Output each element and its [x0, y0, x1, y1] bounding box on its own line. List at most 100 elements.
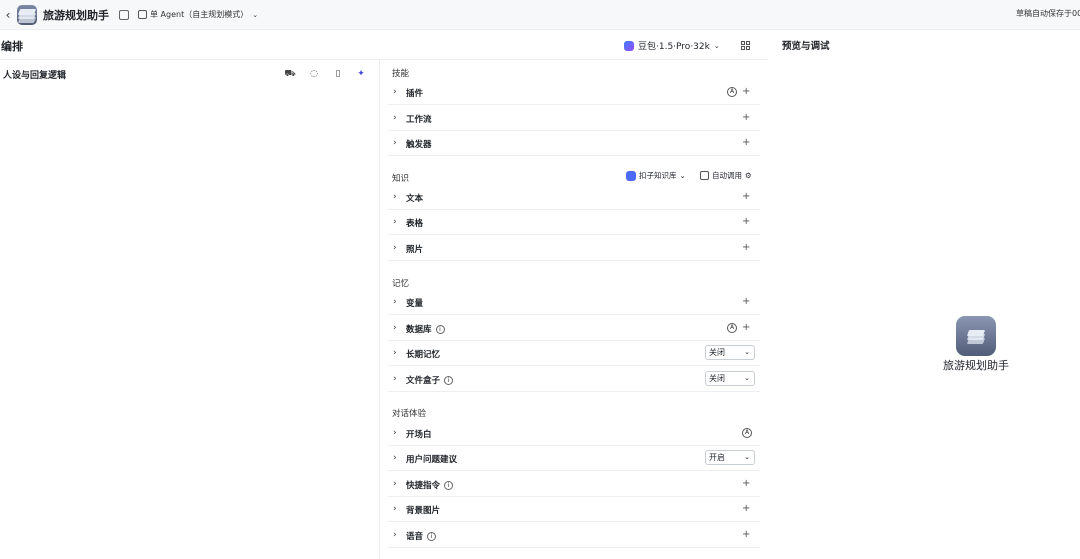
- auto-label: 自动调用: [712, 171, 742, 180]
- skill-row-trigger[interactable]: › 触发器 +: [388, 131, 768, 156]
- divider: [388, 155, 760, 156]
- add-icon[interactable]: +: [742, 137, 750, 148]
- chevron-right-icon: ›: [393, 192, 397, 202]
- chevron-right-icon: ›: [393, 453, 397, 463]
- knowledge-row-photo[interactable]: › 照片 +: [388, 236, 768, 261]
- select-value: 关闭: [709, 348, 725, 357]
- suggestion-select[interactable]: 开启 ⌄: [705, 450, 755, 465]
- chevron-right-icon: ›: [393, 428, 397, 438]
- add-icon[interactable]: +: [742, 242, 750, 253]
- row-label-text: 快捷指令: [406, 481, 441, 491]
- chevron-down-icon: ⌄: [252, 10, 259, 19]
- memory-row-file-box[interactable]: › 文件盒子 i 关闭 ⌄: [388, 367, 768, 392]
- magic-wand-icon[interactable]: ✦: [356, 69, 366, 79]
- knowledge-base-icon: [626, 170, 636, 181]
- info-icon[interactable]: i: [444, 376, 454, 385]
- info-icon[interactable]: i: [435, 325, 445, 334]
- add-icon[interactable]: +: [742, 503, 750, 514]
- dialog-row-background[interactable]: › 背景图片 +: [388, 497, 768, 522]
- auto-call-selector[interactable]: 自动调用 ⚙: [700, 170, 752, 181]
- row-label: 变量: [406, 299, 424, 309]
- knowledge-row-text[interactable]: › 文本 +: [388, 185, 768, 210]
- row-label: 表格: [406, 219, 424, 229]
- row-label-text: 语音: [406, 532, 424, 542]
- file-box-select[interactable]: 关闭 ⌄: [705, 371, 755, 386]
- kb-label: 扣子知识库: [639, 171, 677, 180]
- info-icon[interactable]: i: [444, 481, 454, 490]
- chevron-down-icon: ⌄: [744, 348, 750, 356]
- auto-call-icon: [700, 171, 709, 180]
- auto-icon[interactable]: A: [742, 428, 752, 438]
- layout-grid-icon[interactable]: [741, 41, 750, 50]
- row-label: 插件: [406, 89, 424, 99]
- row-label-text: 文件盒子: [406, 376, 441, 386]
- persona-panel: 人设与回复逻辑 ⛟ ◌ ▯ ✦: [0, 60, 380, 559]
- add-icon[interactable]: +: [742, 322, 750, 333]
- chevron-right-icon: ›: [393, 243, 397, 253]
- auto-icon[interactable]: A: [727, 323, 737, 333]
- knowledge-row-table[interactable]: › 表格 +: [388, 210, 768, 235]
- chevron-right-icon: ›: [393, 138, 397, 148]
- bulb-icon[interactable]: ◌: [309, 69, 319, 79]
- row-label: 语音 i: [406, 530, 437, 542]
- dialog-row-opening[interactable]: › 开场白 A: [388, 421, 768, 446]
- memory-row-variable[interactable]: › 变量 +: [388, 290, 768, 315]
- divider: [388, 470, 760, 471]
- select-value: 开启: [709, 453, 725, 462]
- knowledge-base-selector[interactable]: 扣子知识库 ⌄: [626, 170, 686, 181]
- split-view-icon[interactable]: ▯: [333, 69, 343, 79]
- car-icon[interactable]: ⛟: [284, 69, 295, 79]
- edit-icon[interactable]: [119, 9, 129, 20]
- row-label: 背景图片: [406, 506, 441, 516]
- top-bar: ‹ 旅游规划助手 单 Agent（自主规划模式） ⌄ 草稿自动保存于00:: [0, 0, 1080, 30]
- dialog-row-voice[interactable]: › 语音 i +: [388, 523, 768, 548]
- chevron-right-icon: ›: [393, 113, 397, 123]
- doubao-logo-icon: [624, 40, 634, 51]
- memory-row-database[interactable]: › 数据库 i A +: [388, 316, 768, 341]
- row-label: 触发器: [406, 140, 432, 150]
- bot-name: 旅游规划助手: [943, 359, 1009, 372]
- add-icon[interactable]: +: [742, 191, 750, 202]
- long-term-memory-select[interactable]: 关闭 ⌄: [705, 345, 755, 360]
- agent-icon: [138, 10, 147, 19]
- add-icon[interactable]: +: [742, 112, 750, 123]
- row-label: 长期记忆: [406, 350, 441, 360]
- select-value: 关闭: [709, 374, 725, 383]
- add-icon[interactable]: +: [742, 296, 750, 307]
- chevron-right-icon: ›: [393, 374, 397, 384]
- chevron-down-icon: ⌄: [679, 171, 686, 180]
- row-label: 文本: [406, 194, 424, 204]
- row-label: 文件盒子 i: [406, 374, 454, 386]
- chevron-down-icon: ⌄: [744, 374, 750, 382]
- preview-title: 预览与调试: [782, 41, 830, 52]
- layers-icon: [966, 328, 986, 344]
- back-icon[interactable]: ‹: [1, 8, 15, 22]
- row-label: 照片: [406, 245, 424, 255]
- skills-section-title: 技能: [392, 69, 410, 79]
- row-label: 工作流: [406, 115, 432, 125]
- dialog-row-suggestion[interactable]: › 用户问题建议 开启 ⌄: [388, 446, 768, 471]
- divider: [388, 521, 760, 522]
- chevron-right-icon: ›: [393, 479, 397, 489]
- model-label: 豆包·1.5·Pro·32k: [638, 42, 710, 52]
- info-icon[interactable]: i: [427, 532, 437, 541]
- layers-icon: [17, 7, 37, 23]
- agent-mode-selector[interactable]: 单 Agent（自主规划模式） ⌄: [138, 9, 258, 20]
- skill-row-plugin[interactable]: › 插件 A +: [388, 80, 768, 105]
- skill-row-workflow[interactable]: › 工作流 +: [388, 106, 768, 131]
- row-label: 用户问题建议: [406, 455, 458, 465]
- add-icon[interactable]: +: [742, 216, 750, 227]
- app-title: 旅游规划助手: [43, 8, 109, 22]
- dialog-row-shortcut[interactable]: › 快捷指令 i +: [388, 472, 768, 497]
- chevron-down-icon: ⌄: [713, 41, 720, 50]
- divider: [388, 234, 760, 235]
- auto-icon[interactable]: A: [727, 87, 737, 97]
- chevron-right-icon: ›: [393, 323, 397, 333]
- add-icon[interactable]: +: [742, 478, 750, 489]
- model-selector[interactable]: 豆包·1.5·Pro·32k ⌄: [624, 39, 720, 52]
- persona-title: 人设与回复逻辑: [3, 71, 67, 81]
- add-icon[interactable]: +: [742, 86, 750, 97]
- divider: [388, 314, 760, 315]
- add-icon[interactable]: +: [742, 529, 750, 540]
- memory-row-long-term[interactable]: › 长期记忆 关闭 ⌄: [388, 341, 768, 366]
